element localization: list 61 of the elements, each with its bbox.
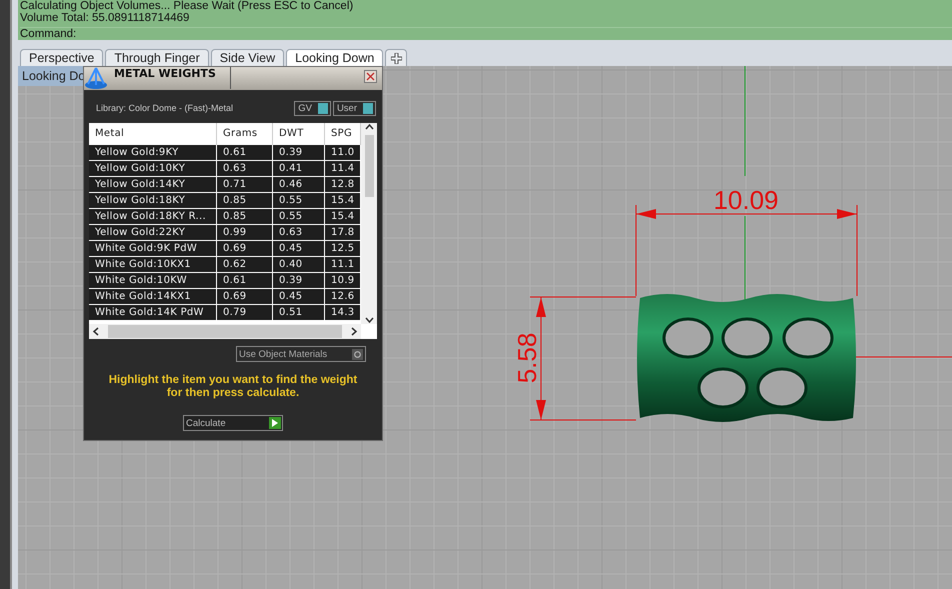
library-label: Library: Color Dome - (Fast)-Metal [96,103,234,113]
table-cell[interactable]: 0.69 [217,289,273,304]
table-cell[interactable]: 0.63 [217,161,273,176]
scroll-left-icon[interactable] [92,327,100,336]
toggle-button[interactable]: GV [294,100,331,116]
toggle-button[interactable]: User [332,100,376,116]
table-cell[interactable]: 0.46 [273,177,325,192]
table-cell[interactable]: Yellow Gold:14KY [89,177,217,192]
table-cell[interactable]: 0.41 [273,161,325,176]
horizontal-scrollbar[interactable] [89,324,361,339]
table-cell[interactable]: 0.55 [273,209,325,224]
table-cell[interactable]: 0.62 [217,257,273,272]
scroll-right-icon[interactable] [350,327,358,336]
table-cell[interactable]: Yellow Gold:9KY [89,145,217,160]
add-tab-icon[interactable] [385,49,408,66]
command-output: Volume Total: 55.0891118714469 [20,12,190,24]
scale-icon [84,66,109,90]
viewport-tab[interactable]: Perspective [20,49,104,66]
table-cell[interactable]: 0.39 [273,273,325,288]
table-cell[interactable]: White Gold:10KW [89,273,217,288]
table-cell[interactable]: 0.85 [217,209,273,224]
table-cell[interactable]: White Gold:10KX1 [89,257,217,272]
instruction-text: Highlight the item you want to find the weight for then press calculate. [108,373,358,400]
table-cell[interactable]: 0.55 [273,193,325,208]
table-cell[interactable]: 0.99 [217,225,273,240]
vertical-scrollbar[interactable] [361,123,377,324]
table-cell[interactable]: 0.40 [273,257,325,272]
table-cell[interactable]: White Gold:14KX1 [89,289,217,304]
play-icon [269,417,281,429]
scrollbar-thumb[interactable] [108,325,342,338]
close-button[interactable] [364,70,377,83]
table-cell[interactable]: 0.85 [217,193,273,208]
table-cell[interactable]: 0.61 [217,145,273,160]
table-cell[interactable]: White Gold:14K PdW [89,305,217,320]
viewport-tab[interactable]: Through Finger [105,49,209,66]
dimension-label: 5.58 [512,332,542,384]
dialog-title: METAL WEIGHTS [114,67,231,89]
table-cell[interactable]: 0.71 [217,177,273,192]
table-cell[interactable]: 0.79 [217,305,273,320]
table-cell[interactable]: 0.39 [273,145,325,160]
command-output: Calculating Object Volumes... Please Wait (Press ESC to Cancel) [20,0,354,12]
command-prompt[interactable]: Command: [20,28,76,40]
scroll-down-icon[interactable] [364,316,374,324]
table-cell[interactable]: Yellow Gold:18KY [89,193,217,208]
dimension-label: 10.09 [713,185,779,215]
table-cell[interactable]: 0.45 [273,289,325,304]
table-cell[interactable]: White Gold:9K PdW [89,241,217,256]
calculate-button[interactable]: Calculate [183,415,283,431]
table-cell[interactable]: 0.45 [273,241,325,256]
scroll-up-icon[interactable] [364,123,374,131]
viewport-tab[interactable]: Side View [210,49,284,66]
table-cell[interactable]: Yellow Gold:18KY R... [89,209,217,224]
table-cell[interactable]: 0.61 [217,273,273,288]
table-cell[interactable]: 0.69 [217,241,273,256]
table-cell[interactable]: Yellow Gold:10KY [89,161,217,176]
table-cell[interactable]: Yellow Gold:22KY [89,225,217,240]
table-cell[interactable]: 0.51 [273,305,325,320]
viewport-tab[interactable]: Looking Down [286,49,384,66]
scrollbar-thumb[interactable] [364,135,374,197]
table-cell[interactable]: 0.63 [273,225,325,240]
object-materials-toggle[interactable]: Use Object Materials [236,346,366,362]
